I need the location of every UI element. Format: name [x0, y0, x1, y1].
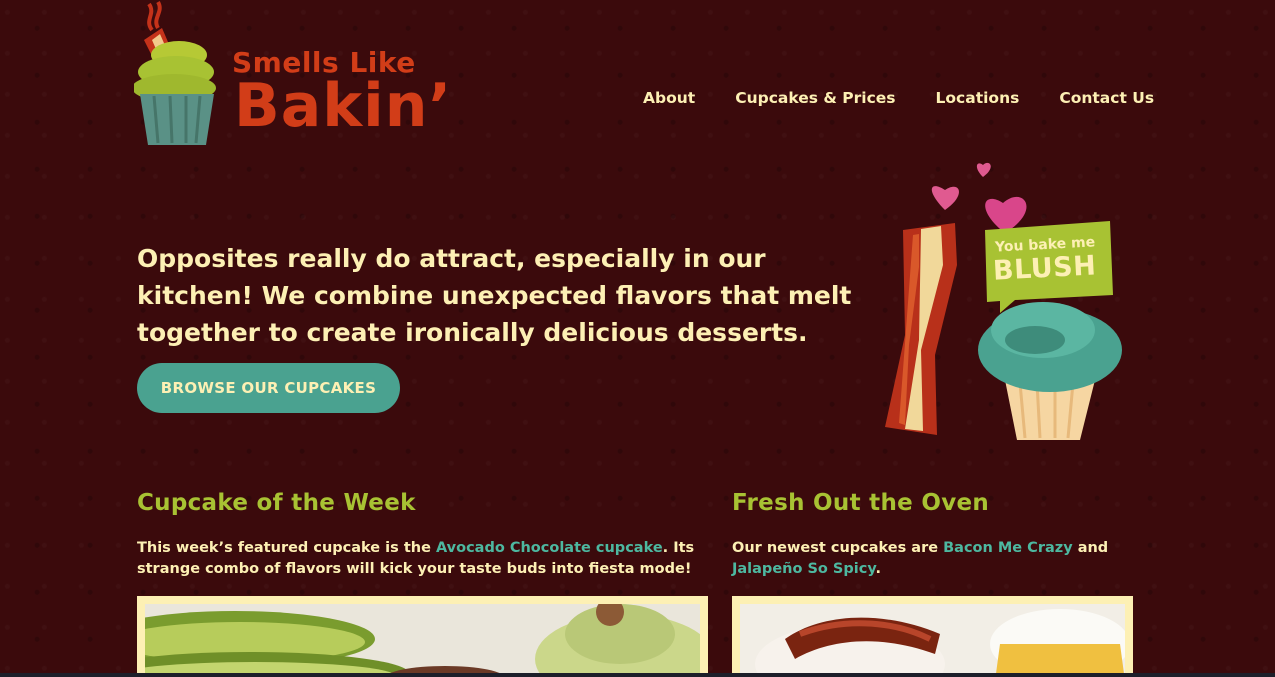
bacon-cupcake-illustration	[885, 162, 1122, 440]
fresh-out-oven-title: Fresh Out the Oven	[732, 490, 990, 516]
browse-cupcakes-button[interactable]: BROWSE OUR CUPCAKES	[137, 363, 400, 413]
logo-text-bottom: Bakin’	[234, 71, 453, 141]
avocado-cupcake-image	[145, 604, 700, 673]
bacon-cupcake-image	[740, 604, 1125, 673]
nav-about[interactable]: About	[643, 89, 695, 107]
fresh-out-text-middle: and	[1072, 540, 1109, 556]
featured-cupcake-photo[interactable]	[137, 596, 708, 673]
fresh-out-text-start: Our newest cupcakes are	[732, 540, 944, 556]
nav-contact-us[interactable]: Contact Us	[1059, 89, 1154, 107]
cupcake-of-week-title: Cupcake of the Week	[137, 490, 416, 516]
hero-tagline: Opposites really do attract, especially …	[137, 244, 852, 347]
cupcake-of-week-text-start: This week’s featured cupcake is the	[137, 540, 436, 556]
nav-locations[interactable]: Locations	[936, 89, 1020, 107]
page: Smells Like Bakin’ About Cupcakes & Pric…	[0, 0, 1275, 677]
fresh-out-text-end: .	[875, 561, 881, 577]
cupcake-of-week-text: This week’s featured cupcake is the Avoc…	[137, 538, 712, 580]
nav-cupcakes-prices[interactable]: Cupcakes & Prices	[735, 89, 895, 107]
jalapeno-so-spicy-link[interactable]: Jalapeño So Spicy	[732, 561, 875, 577]
bottom-bar	[0, 673, 1275, 677]
heart-icon	[976, 162, 991, 177]
bacon-me-crazy-link[interactable]: Bacon Me Crazy	[943, 540, 1073, 556]
bubble-text-large: BLUSH	[992, 250, 1098, 287]
new-cupcakes-photo[interactable]	[732, 596, 1133, 673]
fresh-out-oven-text: Our newest cupcakes are Bacon Me Crazy a…	[732, 538, 1132, 580]
heart-icon	[931, 186, 959, 210]
main-nav: About Cupcakes & Prices Locations Contac…	[643, 89, 1154, 107]
avocado-chocolate-link[interactable]: Avocado Chocolate cupcake	[436, 540, 663, 556]
